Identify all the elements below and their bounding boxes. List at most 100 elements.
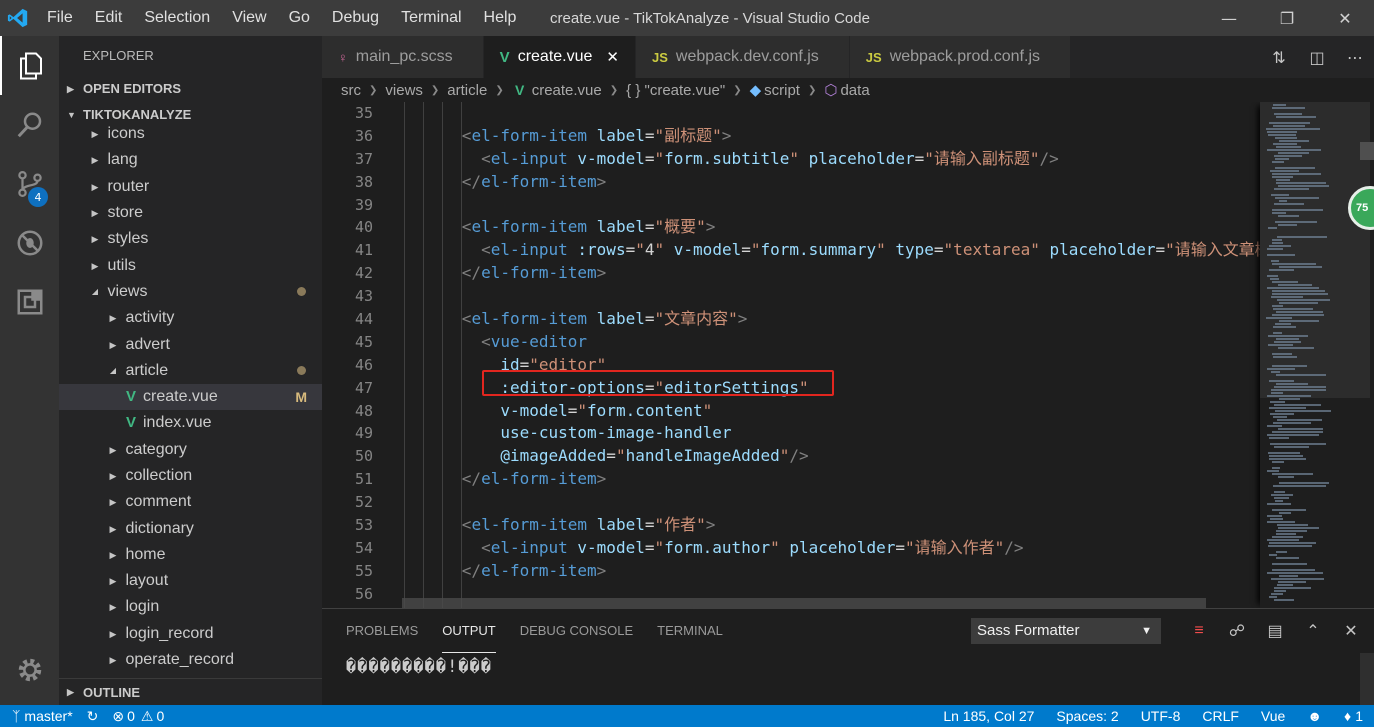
minimap[interactable]: [1260, 102, 1370, 608]
search-icon[interactable]: [0, 95, 59, 154]
code-line[interactable]: </el-form-item>: [404, 560, 1260, 583]
code-line[interactable]: <el-form-item label="文章内容">: [404, 308, 1260, 331]
panel-scrollbar[interactable]: [1360, 653, 1374, 706]
indentation[interactable]: Spaces: 2: [1045, 708, 1129, 724]
feedback-icon[interactable]: ☻: [1296, 708, 1333, 724]
code-line[interactable]: <el-input v-model = "form.author" placehol…: [404, 537, 1260, 560]
menu-go[interactable]: Go: [278, 0, 321, 36]
breadcrumb-item[interactable]: src: [341, 82, 361, 99]
maximize-panel-icon[interactable]: ⌃: [1294, 618, 1332, 644]
tree-item-styles[interactable]: ▶ styles: [59, 226, 322, 252]
source-control-icon[interactable]: 4: [0, 154, 59, 213]
encoding[interactable]: UTF-8: [1130, 708, 1192, 724]
code-line[interactable]: [404, 194, 1260, 217]
code-line[interactable]: v-model="form.content": [404, 400, 1260, 423]
breadcrumb-item[interactable]: { } "create.vue": [626, 82, 725, 99]
tree-item-advert[interactable]: ▶ advert: [59, 331, 322, 357]
tree-item-create-vue[interactable]: Vcreate.vue M: [59, 383, 322, 411]
menu-edit[interactable]: Edit: [84, 0, 134, 36]
code-line[interactable]: use-custom-image-handler: [404, 422, 1260, 445]
menu-terminal[interactable]: Terminal: [390, 0, 472, 36]
breadcrumb-item[interactable]: create.vue: [532, 82, 602, 99]
tree-item-layout[interactable]: ▶ layout: [59, 568, 322, 594]
tree-item-comment[interactable]: ▶ comment: [59, 489, 322, 515]
close-tab-icon[interactable]: ✕: [606, 48, 619, 66]
more-actions-icon[interactable]: ⋯: [1336, 48, 1374, 67]
menu-view[interactable]: View: [221, 0, 277, 36]
tree-item-router[interactable]: ▶ router: [59, 174, 322, 200]
tree-item-collection[interactable]: ▶ collection: [59, 463, 322, 489]
close-window-icon[interactable]: ✕: [1316, 0, 1374, 36]
tree-item-store[interactable]: ▶ store: [59, 200, 322, 226]
clear-output-icon[interactable]: ≡: [1180, 618, 1218, 644]
panel-tab-output[interactable]: OUTPUT: [442, 609, 496, 653]
breadcrumb-item[interactable]: article: [447, 82, 487, 99]
tree-item-login-record[interactable]: ▶ login_record: [59, 621, 322, 647]
breadcrumb-item[interactable]: data: [840, 82, 869, 99]
code-line[interactable]: [404, 491, 1260, 514]
tree-item-activity[interactable]: ▶ activity: [59, 305, 322, 331]
code-line[interactable]: </el-form-item>: [404, 262, 1260, 285]
outline-section[interactable]: ▶ OUTLINE: [59, 678, 322, 705]
restore-icon[interactable]: ❐: [1258, 0, 1316, 36]
gear-icon[interactable]: [0, 640, 59, 699]
tree-item-home[interactable]: ▶ home: [59, 542, 322, 568]
code-line[interactable]: <el-input v-model = "form.subtitle" placeh…: [404, 148, 1260, 171]
open-changes-icon[interactable]: ⇅: [1260, 48, 1298, 67]
problems-indicator[interactable]: ⊗ 0 ⚠ 0: [112, 708, 164, 725]
tree-item-index-vue[interactable]: Vindex.vue: [59, 410, 322, 436]
code-line[interactable]: <el-form-item label="概要">: [404, 216, 1260, 239]
tab-create-vue[interactable]: Vcreate.vue ✕: [483, 36, 636, 78]
tree-item-login[interactable]: ▶ login: [59, 594, 322, 620]
tree-item-operate-record[interactable]: ▶ operate_record: [59, 647, 322, 673]
menu-selection[interactable]: Selection: [133, 0, 221, 36]
notifications[interactable]: ♦ 1: [1333, 708, 1374, 724]
menu-debug[interactable]: Debug: [321, 0, 390, 36]
code-line[interactable]: [404, 285, 1260, 308]
breadcrumb-item[interactable]: views: [385, 82, 423, 99]
explorer-icon[interactable]: [0, 36, 59, 95]
tree-item-utils[interactable]: ▶ utils: [59, 252, 322, 278]
tree-item-icons[interactable]: ▶ icons: [59, 121, 322, 147]
sync-icon[interactable]: ↻: [87, 708, 99, 725]
branch-indicator[interactable]: ᛉ master*: [12, 708, 73, 724]
cursor-position[interactable]: Ln 185, Col 27: [932, 708, 1045, 724]
output-channel-select[interactable]: Sass Formatter ▼: [971, 618, 1161, 644]
open-editors-section[interactable]: ▶ OPEN EDITORS: [59, 76, 322, 102]
panel-tab-problems[interactable]: PROBLEMS: [346, 609, 418, 653]
code-editor[interactable]: 35 36 37 38 39 40 41 42 43 44 45 46 47 48 49 50 51 52 53 54…: [322, 102, 1374, 608]
code-line[interactable]: </el-form-item>: [404, 468, 1260, 491]
tree-item-dictionary[interactable]: ▶ dictionary: [59, 515, 322, 541]
language-mode[interactable]: Vue: [1250, 708, 1296, 724]
code-line[interactable]: <el-input :rows="4" v-model="form.summar…: [404, 239, 1260, 262]
code-lines[interactable]: <el-form-item label="副标题"> <el-input v-m…: [404, 102, 1260, 608]
minimize-icon[interactable]: —: [1200, 0, 1258, 36]
tree-item-lang[interactable]: ▶ lang: [59, 147, 322, 173]
panel-tab-terminal[interactable]: TERMINAL: [657, 609, 723, 653]
code-line[interactable]: <el-form-item label="作者">: [404, 514, 1260, 537]
breadcrumb-item[interactable]: script: [764, 82, 800, 99]
tree-item-category[interactable]: ▶ category: [59, 437, 322, 463]
line-ending[interactable]: CRLF: [1191, 708, 1250, 724]
lock-icon[interactable]: ☍: [1218, 618, 1256, 644]
vertical-scrollbar[interactable]: [1360, 102, 1374, 608]
tab-webpack-dev-conf-js[interactable]: JS webpack.dev.conf.js: [635, 36, 850, 78]
tab-main-pc-scss[interactable]: ♀ main_pc.scss: [322, 36, 484, 78]
extensions-icon[interactable]: [0, 272, 59, 331]
debug-icon[interactable]: [0, 213, 59, 272]
tree-item-views[interactable]: ◢ views: [59, 279, 322, 305]
open-log-icon[interactable]: ▤: [1256, 618, 1294, 644]
code-line[interactable]: <vue-editor: [404, 331, 1260, 354]
code-line[interactable]: @imageAdded="handleImageAdded"/>: [404, 445, 1260, 468]
code-line[interactable]: </el-form-item>: [404, 171, 1260, 194]
menu-file[interactable]: File: [36, 0, 84, 36]
split-editor-icon[interactable]: ◫: [1298, 48, 1336, 67]
scrollbar-thumb[interactable]: [1360, 142, 1374, 160]
code-line[interactable]: [404, 102, 1260, 125]
tab-webpack-prod-conf-js[interactable]: JS webpack.prod.conf.js: [849, 36, 1071, 78]
close-panel-icon[interactable]: ✕: [1332, 618, 1370, 644]
horizontal-scrollbar[interactable]: [402, 598, 1206, 608]
panel-tab-debug-console[interactable]: DEBUG CONSOLE: [520, 609, 633, 653]
code-line[interactable]: <el-form-item label="副标题">: [404, 125, 1260, 148]
tree-item-article[interactable]: ◢ article: [59, 358, 322, 384]
